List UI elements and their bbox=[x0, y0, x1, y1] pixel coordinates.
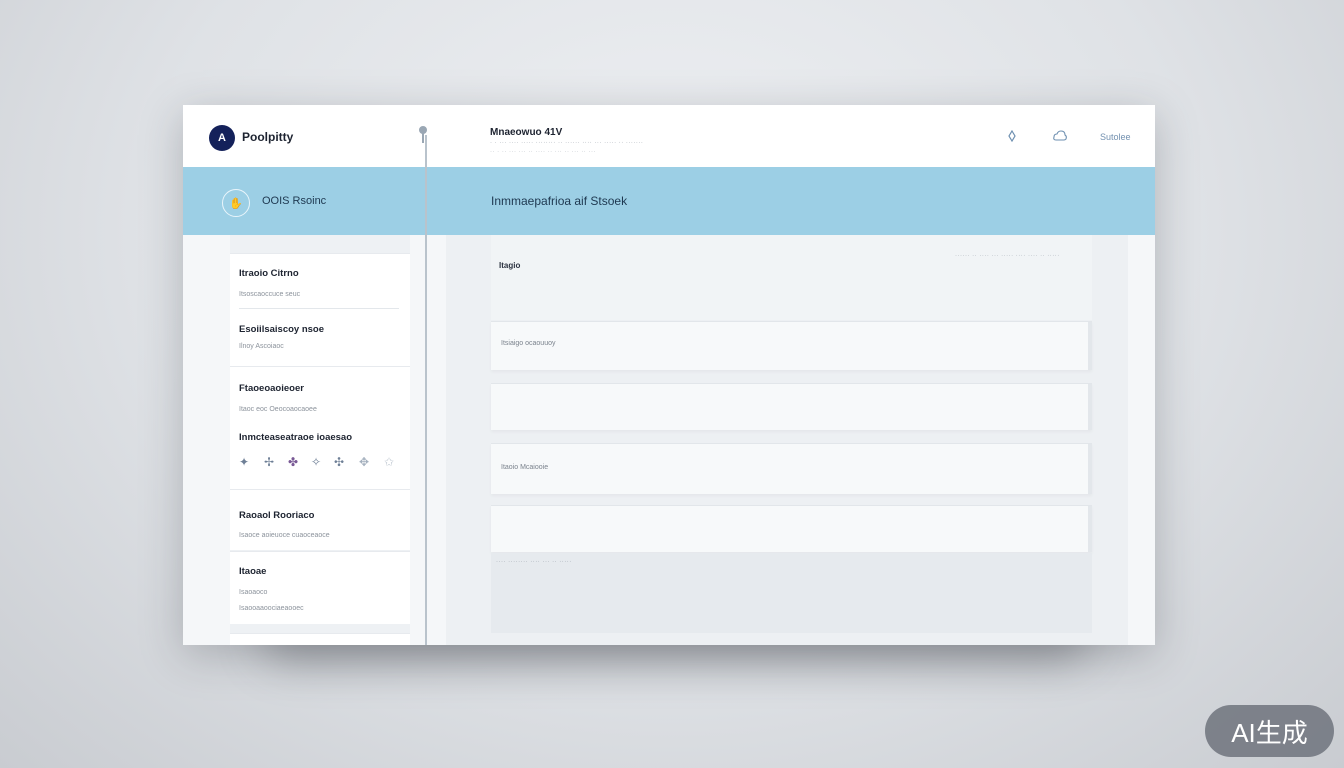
card-title: Inmcteaseatraoe ioaesao bbox=[239, 432, 353, 443]
tool-icons: ✦ ✢ ✤ ✧ ✣ ✥ ✩ bbox=[239, 455, 409, 471]
tool-icon[interactable]: ✧ bbox=[311, 455, 321, 469]
card-subtitle: Isaoaoco bbox=[239, 589, 268, 596]
sidebar: Itraoio Citrno Itsoscaoccuce seuc Esoiil… bbox=[230, 235, 410, 645]
card-subtitle: Itaoc eoc Oeocoaocaoee bbox=[239, 406, 317, 413]
table-row[interactable]: Itaoio Mcaiooie bbox=[491, 443, 1092, 494]
card-title: Ftaoeoaoieoer bbox=[239, 383, 304, 394]
sidebar-card-1[interactable]: Itraoio Citrno Itsoscaoccuce seuc Esoiil… bbox=[230, 253, 410, 366]
row-text: Itaoio Mcaiooie bbox=[501, 464, 549, 471]
card-divider bbox=[239, 308, 399, 309]
main-content: Itagio ······ ·· ···· ··· ····· ···· ···… bbox=[446, 235, 1128, 645]
tool-icon[interactable]: ✢ bbox=[264, 455, 274, 469]
banner-left-label: OOIS Rsoinc bbox=[262, 195, 327, 207]
sidebar-card-4[interactable]: Itaoae Isaoaoco Isaooaaoociaeaooec bbox=[230, 551, 410, 624]
cloud-icon[interactable] bbox=[1053, 130, 1067, 142]
logo-letter: A bbox=[218, 132, 226, 144]
sidebar-card-2[interactable]: Ftaoeoaoieoer Itaoc eoc Oeocoaocaoee Inm… bbox=[230, 366, 410, 489]
card-title: Esoiilsaiscoy nsoe bbox=[239, 324, 325, 335]
panel-meta: ······ ·· ···· ··· ····· ···· ···· ·· ··… bbox=[955, 253, 1060, 259]
panel-label: Itagio bbox=[499, 261, 521, 270]
card-title: Itaoae bbox=[239, 566, 267, 577]
tool-icon[interactable]: ✦ bbox=[239, 455, 249, 469]
panel-divider[interactable] bbox=[425, 135, 427, 645]
card-title: Raoaol Rooriaco bbox=[239, 510, 315, 521]
row-edge bbox=[1088, 322, 1092, 370]
card-subtitle: Ilnoy Ascoiaoc bbox=[239, 343, 284, 350]
page-subtitle: · · ··· ···· ····· ········ ·· ······ ··… bbox=[490, 140, 644, 146]
hand-icon[interactable]: ✋ bbox=[222, 189, 250, 217]
info-icon[interactable] bbox=[1007, 130, 1017, 142]
page-subtitle-secondary: ·· · ·· ··· ··· ·· ···· ·· ··· ·· ··· ··… bbox=[490, 149, 596, 155]
row-text: Itsiaigo ocaouuoy bbox=[501, 340, 556, 347]
tool-icon[interactable]: ✥ bbox=[359, 455, 369, 469]
card-subtitle: Isaoce aoieuoce cuaoceaoce bbox=[239, 532, 330, 539]
footer-note: ···· ········ ···· ··· ·· ····· bbox=[496, 559, 572, 565]
top-link[interactable]: Sutolee bbox=[1100, 132, 1131, 142]
tool-icon[interactable]: ✣ bbox=[334, 455, 344, 469]
page-title: Mnaeowuo 41V bbox=[490, 127, 563, 138]
banner: ✋ OOIS Rsoinc Inmmaepafrioa aif Stsoek bbox=[183, 167, 1155, 235]
sidebar-card-3[interactable]: Raoaol Rooriaco Isaoce aoieuoce cuaoceao… bbox=[230, 489, 410, 550]
sidebar-card-5[interactable] bbox=[230, 633, 410, 645]
card-title: Itraoio Citrno bbox=[239, 268, 299, 279]
top-bar: A Poolpitty Mnaeowuo 41V · · ··· ···· ··… bbox=[183, 105, 1155, 167]
row-edge bbox=[1088, 444, 1092, 494]
tool-icon[interactable]: ✩ bbox=[384, 455, 394, 469]
app-window: A Poolpitty Mnaeowuo 41V · · ··· ···· ··… bbox=[183, 105, 1155, 645]
table-row[interactable] bbox=[491, 505, 1092, 552]
row-edge bbox=[1088, 506, 1092, 552]
tool-icon[interactable]: ✤ bbox=[288, 455, 298, 469]
banner-title: Inmmaepafrioa aif Stsoek bbox=[491, 194, 628, 208]
card-subtitle: Isaooaaoociaeaooec bbox=[239, 605, 304, 612]
row-edge bbox=[1088, 384, 1092, 430]
panel-header: Itagio ······ ·· ···· ··· ····· ···· ···… bbox=[491, 235, 1092, 320]
card-subtitle: Itsoscaoccuce seuc bbox=[239, 291, 301, 298]
app-logo[interactable]: A bbox=[209, 125, 235, 151]
table-row[interactable] bbox=[491, 383, 1092, 430]
footer-strip: ···· ········ ···· ··· ·· ····· bbox=[491, 553, 1092, 633]
ai-generated-badge: AI生成 bbox=[1205, 705, 1334, 757]
table-row[interactable]: Itsiaigo ocaouuoy bbox=[491, 321, 1092, 370]
app-name: Poolpitty bbox=[242, 130, 294, 144]
